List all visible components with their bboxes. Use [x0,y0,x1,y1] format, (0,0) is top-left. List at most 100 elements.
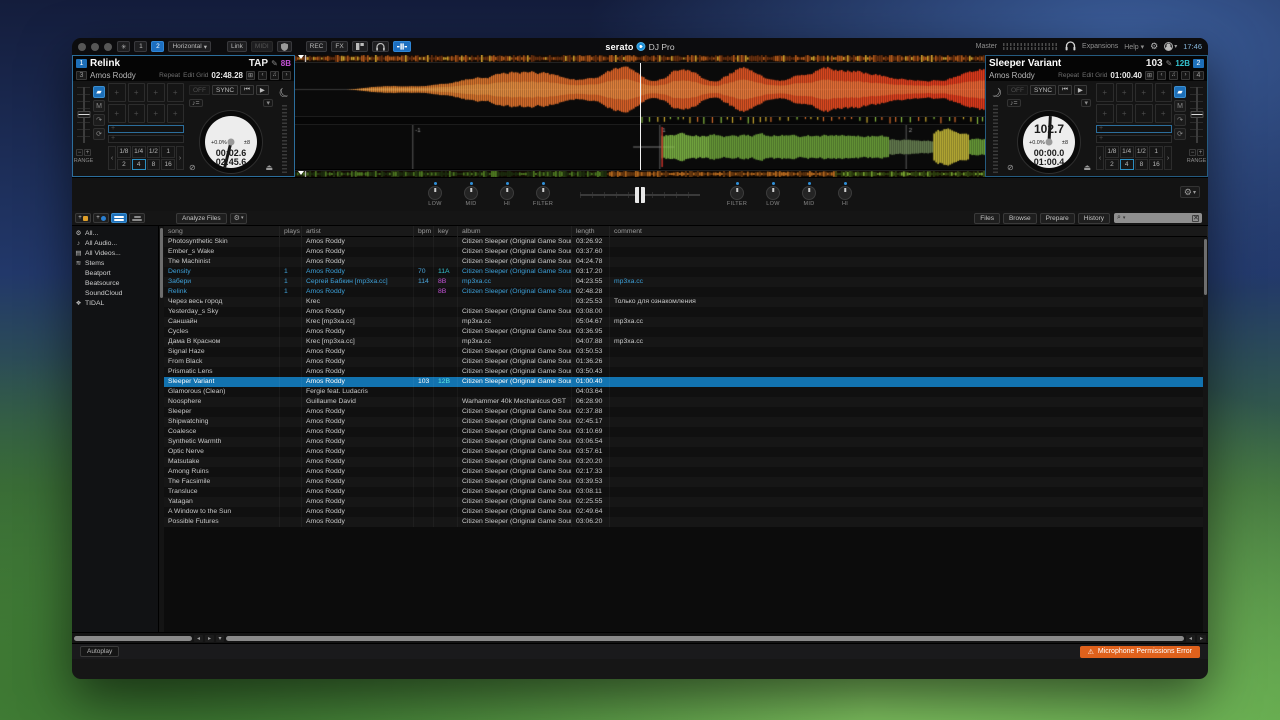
help-menu[interactable]: Help ▾ [1124,43,1144,51]
analyze-files-button[interactable]: Analyze Files [176,213,227,224]
crossfader-handle[interactable] [635,187,645,203]
table-row[interactable]: Yesterday_s Sky Amos Roddy Citizen Sleep… [164,307,1208,317]
maximize-window-icon[interactable] [104,43,112,51]
knob-body[interactable] [802,186,816,200]
cue-pad[interactable]: + [108,83,126,102]
beatgrid-icon[interactable]: ⊞ [1145,71,1154,80]
deck-2-jog-wheel[interactable]: 102.7 +0.0% ±8 00:00.0 01:00.4 [1017,110,1081,174]
table-row[interactable]: Дама В Красном Krec [mp3xa.cc] mp3xa.cc … [164,337,1208,347]
cue-pad[interactable]: + [108,104,126,123]
loop-mode-icon[interactable]: ↷ [93,114,105,126]
add-crate-button[interactable]: + [75,213,91,223]
panel-layout-icon[interactable] [352,41,368,52]
display-mode-icon[interactable]: ✳ [117,41,130,52]
table-row[interactable]: Glamorous (Clean) Fergie feat. Ludacris … [164,387,1208,397]
knob-body[interactable] [838,186,852,200]
edit-pencil-icon[interactable]: ✎ [271,59,278,68]
deck-2-track-overview[interactable] [295,170,985,177]
add-smart-crate-button[interactable]: + [93,213,109,223]
saved-loop-slot[interactable]: + [108,135,184,143]
close-window-icon[interactable] [78,43,86,51]
column-header-bpm[interactable]: bpm [414,226,434,237]
deck-count-1-button[interactable]: 1 [134,41,147,52]
track-note-icon[interactable]: ♫ [270,71,279,80]
deck-1-number[interactable]: 1 [76,59,87,68]
loop-size-cell[interactable]: 1 [1149,146,1163,158]
link-button[interactable]: Link [227,41,247,52]
knob-body[interactable] [766,186,780,200]
table-row[interactable]: The Facsimile Amos Roddy Citizen Sleeper… [164,477,1208,487]
column-header-length[interactable]: length [572,226,610,237]
scroll-right-icon[interactable]: ▸ [205,635,214,642]
loop-smaller-icon[interactable]: ‹ [1096,146,1104,170]
knob-body[interactable] [536,186,550,200]
search-clear-icon[interactable]: ✕ [1192,215,1199,222]
midi-button[interactable]: MIDI [251,41,273,52]
slip-mode-icon[interactable]: ⊘ [1007,163,1014,172]
eq-knob[interactable]: LOW [758,182,788,207]
loop-bigger-icon[interactable]: › [1164,146,1172,170]
eq-knob[interactable]: FILTER [528,182,558,207]
column-header-comment[interactable]: comment [610,226,1208,237]
loop-size-cell[interactable]: 1 [161,146,175,158]
range-plus-button[interactable]: + [84,149,91,156]
table-row[interactable]: The Machinist Amos Roddy Citizen Sleeper… [164,257,1208,267]
eq-knob[interactable]: FILTER [722,182,752,207]
detail-view-button[interactable] [129,213,145,223]
library-tab[interactable]: Browse [1003,213,1037,224]
scroll-left-icon[interactable]: ◂ [1186,635,1195,642]
loop-size-cell[interactable]: 1/8 [117,146,131,158]
table-row[interactable]: Sleeper Amos Roddy Citizen Sleeper (Orig… [164,407,1208,417]
crossfader[interactable] [580,187,700,203]
table-row[interactable]: Sleeper Variant Amos Roddy 103 12B Citiz… [164,377,1208,387]
table-row[interactable]: Noosphere Guillaume David Warhammer 40k … [164,397,1208,407]
search-input[interactable]: ⌕ ▾ ✕ [1114,213,1202,223]
expansions-button[interactable]: Expansions [1082,43,1118,50]
next-track-icon[interactable]: › [282,71,291,80]
cue-pad[interactable]: + [1135,104,1153,123]
sync-button[interactable]: SYNC [1030,85,1056,95]
cue-pad[interactable]: + [147,104,165,123]
eject-icon[interactable]: ⏏ [265,163,273,172]
loop-size-cell[interactable]: 1/4 [132,146,146,158]
cue-pad[interactable]: + [1096,104,1114,123]
loop-bigger-icon[interactable]: › [176,146,184,170]
saved-loop-slot[interactable]: + [1096,125,1172,133]
track-note-icon[interactable]: ♫ [1169,71,1178,80]
sidebar-item[interactable]: ≋ Stems [72,258,158,268]
column-header-key[interactable]: key [434,226,458,237]
table-vertical-scrollbar[interactable] [1203,237,1208,632]
table-row[interactable]: Prismatic Lens Amos Roddy Citizen Sleepe… [164,367,1208,377]
table-row[interactable]: Через весь город Krec 03:25.53 Только дл… [164,297,1208,307]
edit-grid-button[interactable]: Edit Grid [183,72,208,79]
library-tab[interactable]: Prepare [1040,213,1075,224]
knob-body[interactable] [464,186,478,200]
account-menu[interactable]: ▾ [1164,42,1177,51]
table-row[interactable]: Relink 1 Amos Roddy 8B Citizen Sleeper (… [164,287,1208,297]
analyze-settings-gear-icon[interactable]: ⚙▾ [230,213,248,224]
deck-2-bpm[interactable]: 103 [1146,58,1163,69]
loop-size-cell[interactable]: 8 [147,159,161,171]
search-dropdown-icon[interactable]: ▾ [1123,215,1126,221]
cue-pad[interactable]: + [147,83,165,102]
table-row[interactable]: Optic Nerve Amos Roddy Citizen Sleeper (… [164,447,1208,457]
cue-pad[interactable]: + [1155,104,1173,123]
play-button[interactable]: ▶ [1074,85,1087,95]
sidebar-item[interactable]: ♪ All Audio... [72,238,158,248]
shield-icon[interactable] [277,41,292,52]
deck-4-number[interactable]: 4 [1193,71,1204,80]
scroll-right-icon[interactable]: ▸ [1197,635,1206,642]
eq-knob[interactable]: HI [830,182,860,207]
loop-size-cell[interactable]: 16 [1149,159,1163,171]
table-row[interactable]: Possible Futures Amos Roddy Citizen Slee… [164,517,1208,527]
sidebar-item[interactable]: ⚙ All... [72,228,158,238]
stems-mode-icon[interactable]: M [93,100,105,112]
table-row[interactable]: A Window to the Sun Amos Roddy Citizen S… [164,507,1208,517]
knob-body[interactable] [730,186,744,200]
loop-size-cell[interactable]: 4 [132,159,146,171]
pitch-fader-handle[interactable] [77,111,90,118]
sidebar-item[interactable]: Beatport [72,268,158,278]
saved-loop-slot[interactable]: + [1096,135,1172,143]
loop-size-cell[interactable]: 16 [161,159,175,171]
table-row[interactable]: Cycles Amos Roddy Citizen Sleeper (Origi… [164,327,1208,337]
